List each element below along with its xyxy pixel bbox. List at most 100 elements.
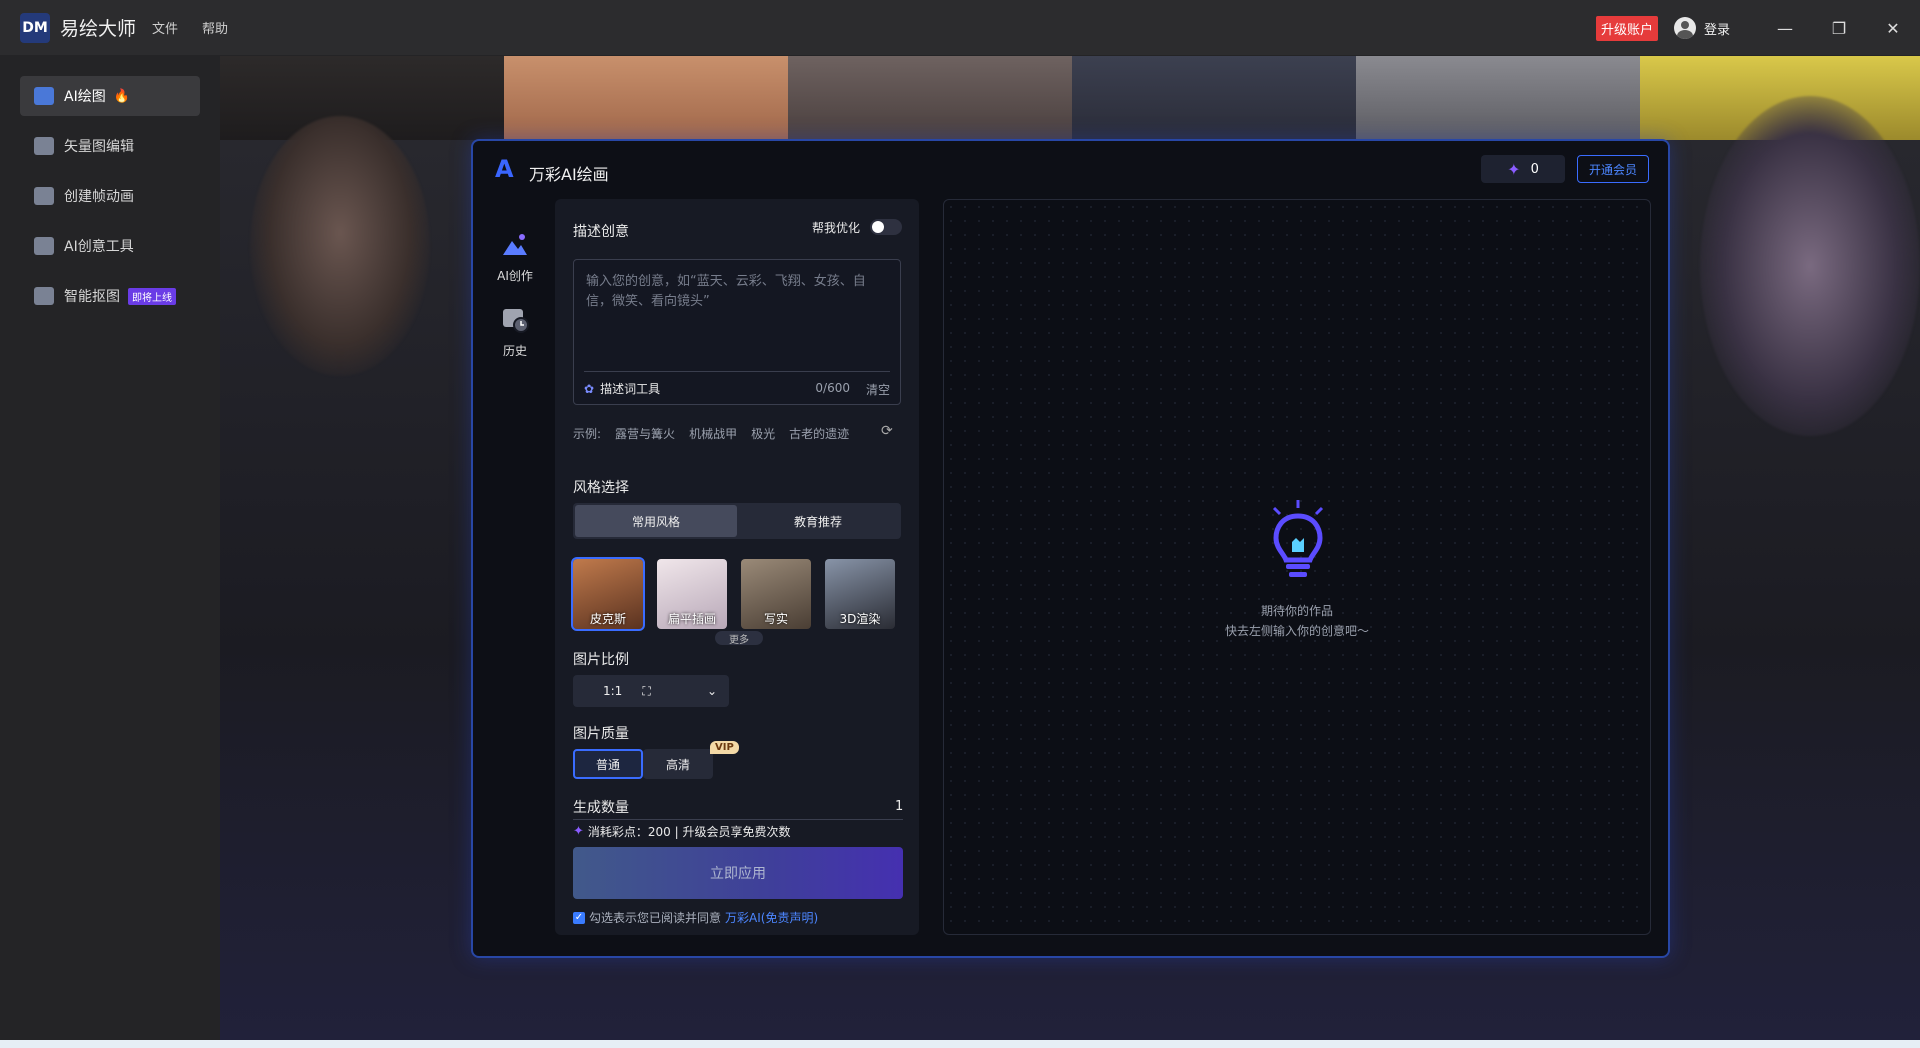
tab-common-styles[interactable]: 常用风格 xyxy=(575,505,737,537)
examples-row: 示例: 露营与篝火 机械战甲 极光 古老的遗迹 xyxy=(573,425,903,442)
refresh-icon[interactable]: ⟳ xyxy=(881,423,893,439)
title-bar: DM 易绘大师 文件 帮助 升级账户 登录 — ❐ ✕ xyxy=(0,0,1920,56)
divider xyxy=(584,371,890,372)
gallery-image xyxy=(1072,56,1356,140)
ratio-title: 图片比例 xyxy=(573,652,629,668)
dialog-nav: AI创作 历史 xyxy=(485,231,545,381)
prompt-tool-icon: ✿ xyxy=(584,381,595,396)
disclaimer-link[interactable]: 万彩AI(免责声明) xyxy=(725,909,818,926)
style-title: 风格选择 xyxy=(573,480,629,496)
tab-education[interactable]: 教育推荐 xyxy=(737,505,899,537)
sidebar-item-smart-cutout[interactable]: 智能抠图 即将上线 xyxy=(20,276,200,316)
sidebar-item-label: 智能抠图 xyxy=(64,289,120,305)
style-option-pixar[interactable]: 皮克斯 xyxy=(571,557,645,631)
nav-label: 历史 xyxy=(502,344,527,358)
ai-creative-tools-icon xyxy=(34,237,54,255)
sparkle-icon: ✦ xyxy=(573,824,584,839)
titlebar-right: 升级账户 登录 — ❐ ✕ xyxy=(1595,0,1920,56)
nav-label: AI创作 xyxy=(497,269,533,283)
menu-file[interactable]: 文件 xyxy=(152,18,178,37)
restore-icon[interactable]: ❐ xyxy=(1812,0,1866,56)
apply-button[interactable]: 立即应用 xyxy=(573,847,903,899)
sidebar-item-ai-paint[interactable]: AI绘图 🔥 xyxy=(20,76,200,116)
menu-bar: 文件 帮助 xyxy=(152,18,228,37)
login-label: 登录 xyxy=(1703,22,1730,38)
clear-button[interactable]: 清空 xyxy=(866,381,890,398)
open-vip-button[interactable]: 开通会员 xyxy=(1577,155,1649,183)
minimize-icon[interactable]: — xyxy=(1758,0,1812,56)
example-chip[interactable]: 古老的遗迹 xyxy=(789,425,849,442)
examples-label: 示例: xyxy=(573,427,602,441)
gallery-portrait xyxy=(1700,96,1920,436)
style-tabs: 常用风格 教育推荐 xyxy=(573,503,901,539)
quality-normal-button[interactable]: 普通 xyxy=(573,749,643,779)
more-styles-button[interactable]: 更多 xyxy=(715,631,763,646)
nav-history[interactable]: 历史 xyxy=(485,306,545,359)
count-value[interactable]: 1 xyxy=(895,799,903,814)
optimize-toggle[interactable] xyxy=(870,219,902,235)
vector-edit-icon xyxy=(34,137,54,155)
ai-paint-dialog: A 万彩AI绘画 ✦ 0 开通会员 AI创作 历史 描述创意 帮我优化 输入您的… xyxy=(471,139,1670,958)
style-label: 3D渲染 xyxy=(839,612,881,626)
optimize-label: 帮我优化 xyxy=(812,221,861,235)
example-chip[interactable]: 机械战甲 xyxy=(689,425,737,442)
example-chip[interactable]: 露营与篝火 xyxy=(615,425,675,442)
prompt-placeholder: 输入您的创意，如“蓝天、云彩、飞翔、女孩、自信，微笑、看向镜头” xyxy=(586,274,866,309)
prompt-tool-label: 描述词工具 xyxy=(600,382,661,396)
avatar-icon xyxy=(1673,17,1696,39)
consume-text: 消耗彩点：200 | 升级会员享免费次数 xyxy=(587,825,791,839)
aspect-icon: ⛶ xyxy=(642,683,651,698)
agree-text: 勾选表示您已阅读并同意 xyxy=(589,911,722,925)
style-grid: 皮克斯 扁平插画 写实 3D渲染 xyxy=(571,557,895,631)
points-display[interactable]: ✦ 0 xyxy=(1481,155,1565,183)
describe-title: 描述创意 xyxy=(573,224,629,240)
result-canvas: 期待你的作品 快去左侧输入你的创意吧～ xyxy=(943,199,1651,935)
frame-animation-icon xyxy=(34,187,54,205)
nav-ai-create[interactable]: AI创作 xyxy=(485,231,545,284)
mountain-icon xyxy=(503,234,527,255)
sidebar-item-label: 创建帧动画 xyxy=(64,189,134,205)
count-slider[interactable] xyxy=(573,819,903,820)
ai-paint-icon xyxy=(34,87,54,105)
chevron-down-icon: ⌄ xyxy=(706,684,717,698)
agree-checkbox[interactable]: ✓ xyxy=(573,911,585,924)
close-icon[interactable]: ✕ xyxy=(1866,0,1920,56)
gallery-portrait xyxy=(250,116,430,376)
sidebar-item-vector-edit[interactable]: 矢量图编辑 xyxy=(20,126,200,166)
gallery-image xyxy=(788,56,1072,140)
style-label: 皮克斯 xyxy=(589,612,626,626)
style-option-3d[interactable]: 3D渲染 xyxy=(825,559,895,629)
style-label: 扁平插画 xyxy=(667,612,716,626)
gallery-image xyxy=(504,56,788,140)
vip-tag: VIP xyxy=(710,741,739,754)
sidebar-item-frame-animation[interactable]: 创建帧动画 xyxy=(20,176,200,216)
dialog-title: 万彩AI绘画 xyxy=(529,165,609,184)
gallery-image xyxy=(1356,56,1640,140)
lightbulb-icon xyxy=(1272,500,1324,577)
app-logo: DM xyxy=(20,12,50,43)
empty-state-hint: 快去左侧输入你的创意吧～ xyxy=(1224,624,1369,638)
empty-state-title: 期待你的作品 xyxy=(1260,604,1333,618)
quality-title: 图片质量 xyxy=(573,726,629,742)
sidebar-item-label: 矢量图编辑 xyxy=(64,139,134,155)
ratio-value: 1:1 xyxy=(603,684,623,698)
quality-hd-button[interactable]: 高清 xyxy=(643,749,713,779)
example-chip[interactable]: 极光 xyxy=(751,425,775,442)
prompt-input[interactable]: 输入您的创意，如“蓝天、云彩、飞翔、女孩、自信，微笑、看向镜头” ✿ 描述词工具… xyxy=(573,259,901,405)
ratio-select[interactable]: 1:1 ⛶ ⌄ xyxy=(573,675,729,707)
login-button[interactable]: 登录 xyxy=(1673,17,1730,39)
prompt-tool-button[interactable]: ✿ 描述词工具 xyxy=(584,380,660,397)
sidebar: AI绘图 🔥 矢量图编辑 创建帧动画 AI创意工具 智能抠图 即将上线 xyxy=(0,56,220,1040)
style-option-flat[interactable]: 扁平插画 xyxy=(657,559,727,629)
upgrade-account-button[interactable]: 升级账户 xyxy=(1595,15,1658,41)
sidebar-item-ai-creative-tools[interactable]: AI创意工具 xyxy=(20,226,200,266)
taskbar xyxy=(0,1040,1920,1048)
agreement-row: ✓ 勾选表示您已阅读并同意 万彩AI(免责声明) xyxy=(573,909,818,926)
settings-panel: 描述创意 帮我优化 输入您的创意，如“蓝天、云彩、飞翔、女孩、自信，微笑、看向镜… xyxy=(555,199,997,935)
app-name: 易绘大师 xyxy=(60,18,137,40)
points-value: 0 xyxy=(1530,161,1539,177)
smart-cutout-icon xyxy=(34,287,54,305)
menu-help[interactable]: 帮助 xyxy=(202,18,228,37)
sidebar-item-label: AI创意工具 xyxy=(64,239,134,255)
style-option-realistic[interactable]: 写实 xyxy=(741,559,811,629)
